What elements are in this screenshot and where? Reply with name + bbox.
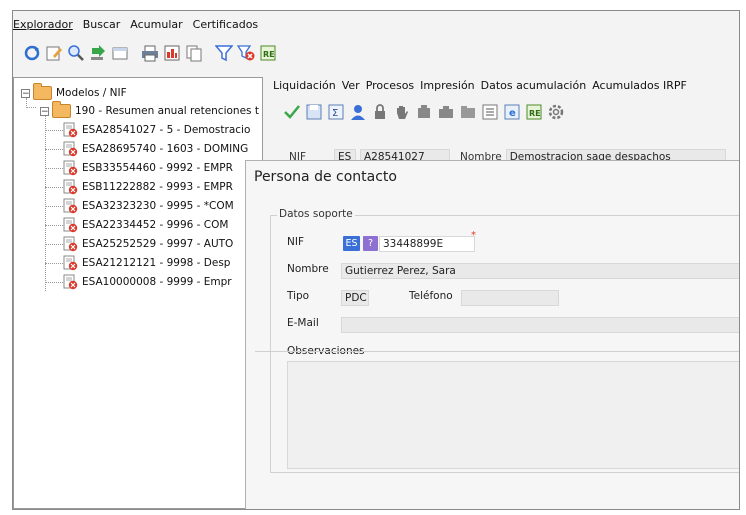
window-icon[interactable] [111, 44, 129, 62]
hand-icon[interactable] [393, 103, 411, 121]
search-icon[interactable] [67, 44, 85, 62]
tree-item-label: ESA32323230 - 9995 - *COM [82, 200, 234, 212]
group-title: Datos soporte [277, 208, 355, 220]
tree-item-label: ESB11222882 - 9993 - EMPR [82, 181, 233, 193]
user-icon[interactable] [349, 103, 367, 121]
tree-item-label: ESA21212121 - 9998 - Desp [82, 257, 231, 269]
main-toolbar: RE [13, 39, 739, 67]
nombre-input[interactable]: Gutierrez Perez, Sara [341, 263, 739, 279]
refresh-icon[interactable] [23, 44, 41, 62]
settings-gear-icon[interactable] [547, 103, 565, 121]
contact-person-dialog: Persona de contacto Datos soporte NIF ES… [245, 160, 739, 509]
tree-item[interactable]: ESB33554460 - 9992 - EMPR [62, 159, 233, 177]
nif-help-button[interactable]: ? [363, 236, 378, 251]
email-label: E-Mail [287, 317, 319, 329]
dialog-footer-divider [255, 351, 739, 352]
document-error-icon [62, 255, 78, 271]
filter-icon[interactable] [214, 44, 234, 62]
required-mark: * [471, 230, 476, 241]
menu-acumular[interactable]: Acumular [130, 18, 182, 31]
document-error-icon [62, 274, 78, 290]
tree-item[interactable]: ESA22334452 - 9996 - COM [62, 216, 228, 234]
import-icon[interactable] [89, 44, 107, 62]
stamp-alt-icon[interactable] [437, 103, 455, 121]
tree-item[interactable]: ESA10000008 - 9999 - Empr [62, 273, 232, 291]
nif-country-badge[interactable]: ES [343, 236, 360, 251]
lock-icon[interactable] [371, 103, 389, 121]
menu-liquidacion[interactable]: Liquidación [273, 79, 336, 92]
folder-grey-icon[interactable] [459, 103, 477, 121]
datos-soporte-group: Datos soporte NIF ES ? 33448899E * Nombr… [270, 208, 739, 473]
document-error-icon [62, 198, 78, 214]
tree-item[interactable]: ESB11222882 - 9993 - EMPR [62, 178, 233, 196]
menu-impresion[interactable]: Impresión [420, 79, 474, 92]
svg-text:Σ: Σ [332, 108, 338, 119]
menu-buscar[interactable]: Buscar [83, 18, 121, 31]
document-error-icon [62, 160, 78, 176]
tree-item-label: ESA10000008 - 9999 - Empr [82, 276, 232, 288]
edit-document-icon[interactable] [45, 44, 63, 62]
document-error-icon [62, 179, 78, 195]
excel-export-icon[interactable]: RE [525, 103, 543, 121]
list-icon[interactable] [481, 103, 499, 121]
sum-icon[interactable]: Σ [327, 103, 345, 121]
document-error-icon [62, 141, 78, 157]
report-icon[interactable] [163, 44, 181, 62]
telefono-label: Teléfono [409, 290, 453, 302]
menu-acumulados-irpf[interactable]: Acumulados IRPF [592, 79, 687, 92]
nombre-label: Nombre [287, 263, 329, 275]
tree-item-label: ESA25252529 - 9997 - AUTO [82, 238, 234, 250]
tree-item-label: ESA22334452 - 9996 - COM [82, 219, 229, 231]
copy-icon[interactable] [185, 44, 203, 62]
tree-item-label: ESA28695740 - 1603 - DOMING [82, 143, 249, 155]
tree-item[interactable]: ESA32323230 - 9995 - *COM [62, 197, 234, 215]
tree-item-label: ESA28541027 - 5 - Demostracio [82, 124, 251, 136]
document-error-icon [62, 217, 78, 233]
svg-text:RE: RE [529, 109, 541, 118]
ie-icon[interactable]: e [503, 103, 521, 121]
email-input[interactable] [341, 317, 739, 333]
document-error-icon [62, 236, 78, 252]
svg-text:e: e [509, 108, 516, 119]
check-icon[interactable] [283, 103, 301, 121]
telefono-input[interactable] [461, 290, 559, 306]
document-error-icon [62, 122, 78, 138]
menu-ver[interactable]: Ver [342, 79, 360, 92]
main-menubar: Explorador Buscar Acumular Certificados [13, 11, 739, 37]
dialog-title: Persona de contacto [254, 169, 397, 185]
tree-group-label: 190 - Resumen anual retenciones t [75, 105, 259, 117]
print-icon[interactable] [141, 44, 159, 62]
tipo-label: Tipo [287, 290, 310, 302]
clear-filter-icon[interactable] [236, 44, 255, 62]
tree-item[interactable]: ESA28541027 - 5 - Demostracio [62, 121, 250, 139]
main-window: Explorador Buscar Acumular Certificados … [12, 10, 740, 510]
nif-input[interactable]: 33448899E [379, 236, 475, 252]
tree-item[interactable]: ESA28695740 - 1603 - DOMING [62, 140, 248, 158]
tipo-input[interactable]: PDC [341, 290, 369, 306]
tree-root-label: Modelos / NIF [56, 87, 127, 99]
pane-menubar: Liquidación Ver Procesos Impresión Datos… [273, 79, 693, 92]
tree-group-node[interactable]: − 190 - Resumen anual retenciones t [40, 101, 259, 120]
pane-toolbar: Σ e RE [283, 103, 569, 121]
menu-certificados[interactable]: Certificados [193, 18, 259, 31]
svg-text:RE: RE [263, 50, 275, 59]
folder-icon [33, 83, 52, 100]
tree-root-node[interactable]: − Modelos / NIF [21, 83, 127, 102]
collapse-icon[interactable]: − [40, 106, 49, 116]
collapse-icon[interactable]: − [21, 88, 30, 98]
menu-datos-acumulacion[interactable]: Datos acumulación [481, 79, 587, 92]
excel-export-icon[interactable]: RE [259, 44, 277, 62]
tree-item[interactable]: ESA21212121 - 9998 - Desp [62, 254, 230, 272]
tree-item-label: ESB33554460 - 9992 - EMPR [82, 162, 233, 174]
stamp-icon[interactable] [415, 103, 433, 121]
nif-label: NIF [287, 236, 304, 248]
menu-explorador[interactable]: Explorador [13, 18, 73, 31]
save-icon[interactable] [305, 103, 323, 121]
models-tree[interactable]: − Modelos / NIF − 190 - Resumen anual re… [13, 77, 263, 509]
observaciones-textarea[interactable] [287, 361, 739, 469]
menu-procesos[interactable]: Procesos [366, 79, 414, 92]
folder-open-icon [52, 101, 71, 118]
tree-item[interactable]: ESA25252529 - 9997 - AUTO [62, 235, 233, 253]
